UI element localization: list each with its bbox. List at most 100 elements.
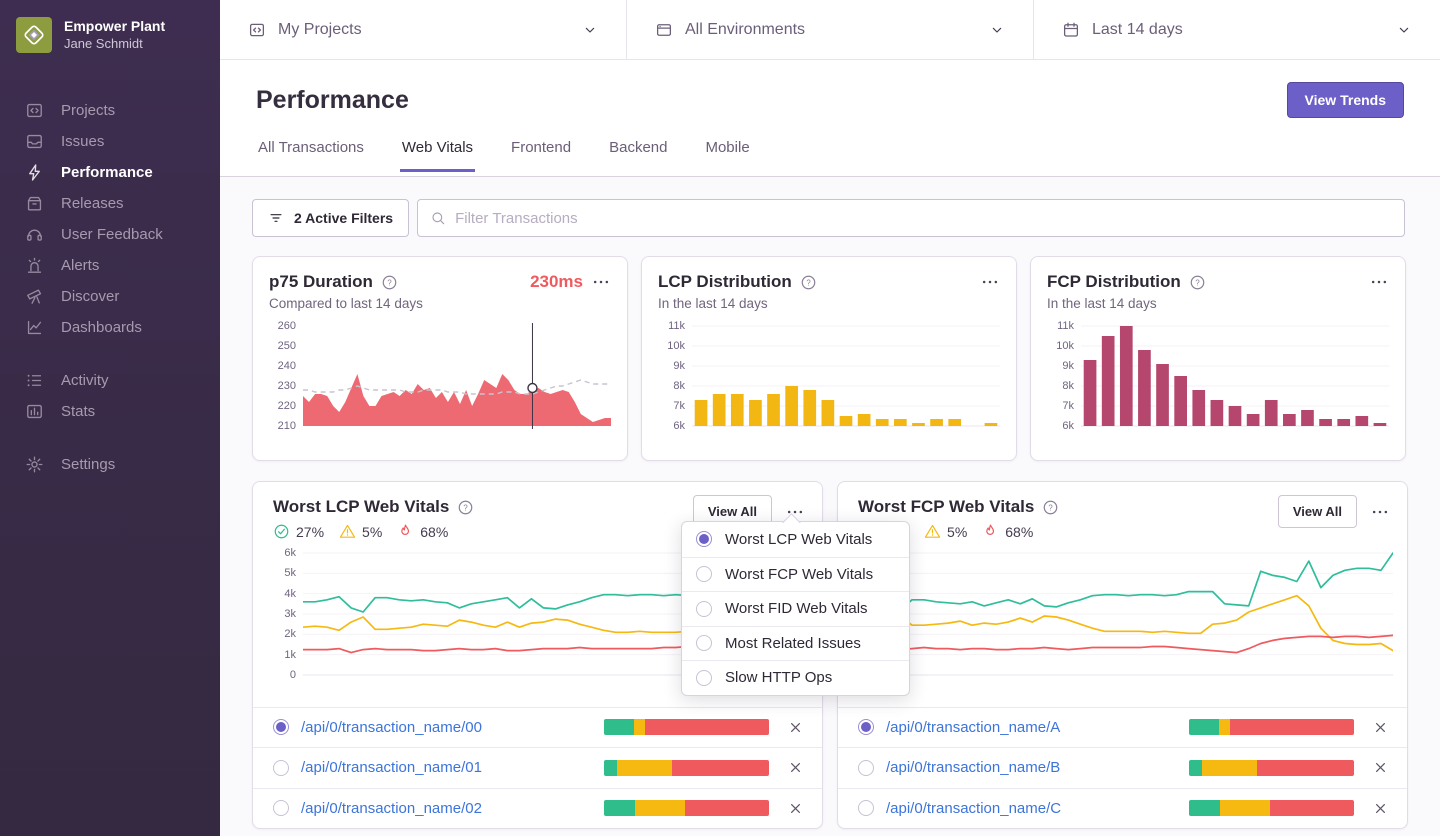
view-all-button[interactable]: View All [1277, 495, 1357, 528]
y-axis-label: 240 [277, 360, 296, 372]
menu-item-worst-lcp-web-vitals[interactable]: Worst LCP Web Vitals [682, 522, 909, 557]
help-icon[interactable] [1189, 274, 1206, 291]
menu-item-worst-fcp-web-vitals[interactable]: Worst FCP Web Vitals [682, 556, 909, 592]
active-filters-label: 2 Active Filters [294, 210, 394, 226]
close-icon[interactable] [1372, 800, 1389, 817]
transaction-link[interactable]: /api/0/transaction_name/A [886, 719, 1177, 736]
vitals-breakdown-bar [1189, 719, 1354, 736]
sidebar-item-performance[interactable]: Performance [0, 157, 220, 188]
transaction-radio[interactable] [858, 759, 874, 776]
meh-segment [1220, 800, 1270, 817]
tab-backend[interactable]: Backend [607, 139, 669, 172]
transaction-radio[interactable] [273, 759, 289, 776]
sidebar-item-activity[interactable]: Activity [0, 365, 220, 396]
y-axis-label: 6k [284, 547, 296, 559]
menu-item-radio[interactable] [696, 669, 712, 686]
sidebar-item-settings[interactable]: Settings [0, 449, 220, 480]
poor-segment [645, 719, 769, 736]
sidebar-item-stats[interactable]: Stats [0, 396, 220, 427]
close-icon[interactable] [787, 800, 804, 817]
sidebar-nav: Projects Issues Performance Releases User Fe… [0, 70, 220, 480]
bar-chart [692, 325, 1000, 427]
view-trends-button[interactable]: View Trends [1286, 82, 1404, 118]
y-axis-label: 6k [673, 420, 685, 432]
transaction-link[interactable]: /api/0/transaction_name/01 [301, 759, 592, 776]
fire-icon [982, 523, 999, 540]
y-axis-label: 210 [277, 420, 296, 432]
menu-item-radio[interactable] [696, 531, 712, 548]
menu-item-label: Most Related Issues [725, 634, 861, 652]
last-14-days-selector[interactable]: Last 14 days [1033, 0, 1440, 59]
menu-item-slow-http-ops[interactable]: Slow HTTP Ops [682, 660, 909, 695]
transaction-link[interactable]: /api/0/transaction_name/02 [301, 800, 592, 817]
good-segment [604, 800, 636, 817]
menu-item-radio[interactable] [696, 600, 712, 617]
help-icon[interactable] [800, 274, 817, 291]
help-icon[interactable] [457, 499, 474, 516]
sidebar-item-alerts[interactable]: Alerts [0, 250, 220, 281]
performance-icon [25, 163, 44, 182]
transaction-link[interactable]: /api/0/transaction_name/00 [301, 719, 592, 736]
active-filters-button[interactable]: 2 Active Filters [252, 199, 410, 237]
card-title: FCP Distribution [1047, 272, 1181, 291]
all-environments-selector[interactable]: All Environments [626, 0, 1033, 59]
vitals-type-dropdown-menu: Worst LCP Web Vitals Worst FCP Web Vitals… [681, 521, 910, 696]
y-axis-label: 220 [277, 400, 296, 412]
meh-segment [617, 759, 672, 776]
menu-item-most-related-issues[interactable]: Most Related Issues [682, 625, 909, 661]
tab-mobile[interactable]: Mobile [703, 139, 751, 172]
search-input[interactable] [455, 209, 1392, 227]
transaction-link[interactable]: /api/0/transaction_name/B [886, 759, 1177, 776]
tab-web-vitals[interactable]: Web Vitals [399, 139, 476, 172]
sidebar-item-user-feedback[interactable]: User Feedback [0, 219, 220, 250]
y-axis-label: 10k [1056, 340, 1074, 352]
tab-all-transactions[interactable]: All Transactions [256, 139, 366, 172]
close-icon[interactable] [1372, 759, 1389, 776]
fcp-vitals-chart: 6k5k4k3k2k1k0 [858, 547, 1393, 681]
sidebar-item-releases[interactable]: Releases [0, 188, 220, 219]
transaction-radio[interactable] [858, 800, 874, 817]
close-icon[interactable] [1372, 719, 1389, 736]
menu-item-radio[interactable] [696, 635, 712, 652]
poor-segment [671, 759, 769, 776]
transaction-radio[interactable] [858, 719, 874, 736]
poor-segment [684, 800, 769, 817]
sidebar-item-dashboards[interactable]: Dashboards [0, 312, 220, 343]
transaction-radio[interactable] [273, 719, 289, 736]
alerts-icon [25, 256, 44, 275]
poor-segment [1269, 800, 1354, 817]
good-segment [1189, 719, 1219, 736]
help-icon[interactable] [381, 274, 398, 291]
selector-label: My Projects [278, 20, 362, 38]
more-options-button[interactable] [980, 272, 1000, 292]
close-icon[interactable] [787, 719, 804, 736]
menu-item-radio[interactable] [696, 566, 712, 583]
more-options-button[interactable] [591, 272, 611, 292]
menu-item-label: Worst FCP Web Vitals [725, 565, 874, 583]
close-icon[interactable] [787, 759, 804, 776]
vitals-stat: 68% [982, 523, 1033, 540]
menu-item-worst-fid-web-vitals[interactable]: Worst FID Web Vitals [682, 591, 909, 626]
my-projects-selector[interactable]: My Projects [220, 0, 626, 59]
y-axis-label: 4k [284, 587, 296, 600]
sidebar-item-issues[interactable]: Issues [0, 126, 220, 157]
transaction-row: /api/0/transaction_name/B [838, 747, 1407, 788]
sidebar-item-label: Dashboards [61, 319, 142, 337]
page-title: Performance [256, 85, 409, 114]
tab-frontend[interactable]: Frontend [509, 139, 573, 172]
transaction-radio[interactable] [273, 800, 289, 817]
sidebar-item-discover[interactable]: Discover [0, 281, 220, 312]
y-axis-label: 7k [1062, 400, 1074, 412]
more-options-button[interactable] [1370, 502, 1390, 522]
releases-icon [25, 194, 44, 213]
help-icon[interactable] [1042, 499, 1059, 516]
menu-item-label: Slow HTTP Ops [725, 669, 833, 687]
org-switcher[interactable]: Empower Plant Jane Schmidt [0, 0, 220, 70]
more-options-button[interactable] [1369, 272, 1389, 292]
card-subtitle: In the last 14 days [1047, 296, 1157, 311]
sidebar-item-projects[interactable]: Projects [0, 95, 220, 126]
sidebar-item-label: Settings [61, 456, 116, 474]
transaction-row: /api/0/transaction_name/00 [253, 706, 822, 748]
card-title: Worst FCP Web Vitals [858, 497, 1035, 516]
transaction-link[interactable]: /api/0/transaction_name/C [886, 800, 1177, 817]
